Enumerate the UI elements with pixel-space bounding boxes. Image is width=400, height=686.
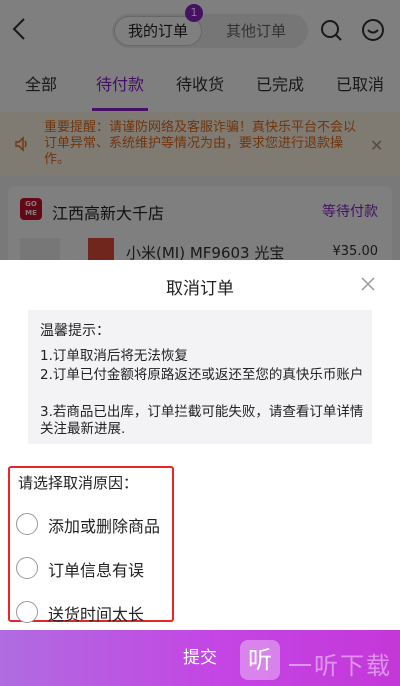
cancel-order-sheet: 取消订单 温馨提示： 1.订单取消后将无法恢复 2.订单已付金额将原路返还或返还… [0,260,400,686]
tip-line: 2.订单已付金额将原路返还或返还至您的真快乐币账户 [40,367,364,383]
reason-title: 请选择取消原因： [18,474,139,492]
reason-option[interactable]: 订单信息有误 [16,554,216,582]
tip-line: 1.订单取消后将无法恢复 [40,348,188,364]
watermark-text: 一听下载 [288,652,392,680]
reason-option[interactable]: 添加或删除商品 [16,510,216,538]
watermark-logo-icon: 听 [240,640,280,680]
sheet-title: 取消订单 [166,279,234,299]
radio-button[interactable] [16,513,38,535]
close-icon[interactable] [358,274,378,294]
tips-box: 温馨提示： 1.订单取消后将无法恢复 2.订单已付金额将原路返还或返还至您的真快… [28,310,372,444]
reason-label: 送货时间太长 [48,605,145,624]
modal-backdrop[interactable] [0,0,400,260]
tip-line: 3.若商品已出库，订单拦截可能失败，请查看订单详情关注最新进展. [40,404,364,437]
reason-option[interactable]: 送货时间太长 [16,598,216,626]
radio-button[interactable] [16,601,38,623]
radio-button[interactable] [16,557,38,579]
reason-label: 添加或删除商品 [48,517,161,536]
reason-label: 订单信息有误 [48,561,145,580]
tips-title: 温馨提示： [40,323,110,339]
